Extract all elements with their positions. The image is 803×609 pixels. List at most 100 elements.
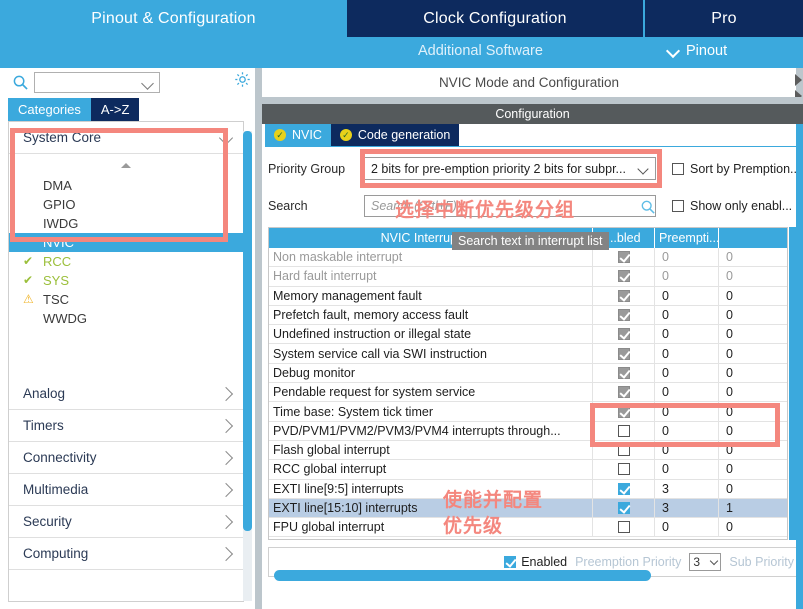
table-row[interactable]: Memory management fault 0 0 bbox=[269, 286, 787, 306]
table-row[interactable]: RCC global interrupt 0 0 bbox=[269, 460, 787, 480]
interrupt-enabled-cell[interactable] bbox=[593, 460, 655, 479]
sidebar-item-gpio[interactable]: GPIO bbox=[9, 195, 243, 214]
search-icon[interactable] bbox=[641, 200, 655, 214]
panel-divider[interactable] bbox=[255, 68, 262, 609]
tab-nvic[interactable]: ✓ NVIC bbox=[265, 124, 331, 146]
preemption-value[interactable]: 0 bbox=[655, 402, 719, 421]
preemption-value[interactable]: 3 bbox=[655, 498, 719, 518]
sidebar-group-computing[interactable]: Computing bbox=[9, 538, 243, 570]
enabled-checkbox[interactable] bbox=[504, 556, 517, 568]
tab-pinout-configuration[interactable]: Pinout & Configuration bbox=[0, 0, 347, 37]
interrupt-enabled-cell[interactable] bbox=[593, 363, 655, 383]
preemption-value[interactable]: 0 bbox=[655, 344, 719, 363]
pinout-menu-button[interactable]: Pinout bbox=[668, 43, 727, 59]
sidebar-group-multimedia[interactable]: Multimedia bbox=[9, 474, 243, 506]
enabled-checkbox[interactable] bbox=[617, 482, 630, 495]
enabled-checkbox[interactable] bbox=[617, 521, 630, 534]
sub-priority-value[interactable]: 0 bbox=[719, 248, 787, 266]
interrupt-enabled-cell[interactable] bbox=[593, 518, 655, 537]
preemption-value[interactable]: 0 bbox=[655, 440, 719, 460]
tab-project-manager[interactable]: Pro bbox=[645, 0, 803, 37]
table-row[interactable]: Prefetch fault, memory access fault 0 0 bbox=[269, 305, 787, 326]
sidebar-item-rcc[interactable]: ✔ RCC bbox=[9, 252, 243, 271]
preemption-value[interactable]: 0 bbox=[655, 267, 719, 286]
table-row[interactable]: Debug monitor 0 0 bbox=[269, 363, 787, 384]
sidebar-item-wwdg[interactable]: WWDG bbox=[9, 309, 243, 328]
column-header-preemption[interactable]: Preempti... bbox=[655, 228, 719, 248]
interrupt-enabled-cell[interactable] bbox=[593, 440, 655, 460]
preemption-value[interactable]: 0 bbox=[655, 325, 719, 344]
sub-priority-value[interactable]: 0 bbox=[719, 325, 787, 343]
interrupt-enabled-cell[interactable] bbox=[593, 402, 655, 421]
sidebar-group-analog[interactable]: Analog bbox=[9, 378, 243, 410]
sidebar-item-iwdg[interactable]: IWDG bbox=[9, 214, 243, 233]
enabled-option[interactable]: Enabled bbox=[504, 555, 567, 569]
table-row[interactable]: PVD/PVM1/PVM2/PVM3/PVM4 interrupts throu… bbox=[269, 421, 787, 441]
interrupt-enabled-cell[interactable] bbox=[593, 325, 655, 344]
tab-code-generation[interactable]: ✓ Code generation bbox=[330, 124, 460, 146]
sub-priority-value[interactable]: 0 bbox=[719, 383, 787, 401]
interrupt-enabled-cell[interactable] bbox=[593, 479, 655, 498]
sub-priority-value[interactable]: 0 bbox=[719, 460, 787, 478]
sidebar-search-combo[interactable] bbox=[34, 72, 160, 93]
sub-priority-value[interactable]: 0 bbox=[719, 364, 787, 382]
sub-priority-value[interactable]: 0 bbox=[719, 267, 787, 285]
sub-priority-value[interactable]: 0 bbox=[719, 287, 787, 305]
tab-categories[interactable]: Categories bbox=[8, 98, 91, 121]
sidebar-group-timers[interactable]: Timers bbox=[9, 410, 243, 442]
sub-priority-value[interactable]: 0 bbox=[719, 306, 787, 324]
sub-priority-value[interactable]: 0 bbox=[719, 480, 787, 498]
sidebar-group-security[interactable]: Security bbox=[9, 506, 243, 538]
sidebar-scrollbar-thumb[interactable] bbox=[243, 131, 252, 531]
sort-by-preemption-option[interactable]: Sort by Premption... bbox=[672, 162, 800, 176]
interrupt-enabled-cell[interactable] bbox=[593, 305, 655, 325]
enabled-checkbox[interactable] bbox=[617, 502, 630, 514]
right-panel-scrollbar[interactable] bbox=[796, 124, 803, 609]
table-row[interactable]: Non maskable interrupt 0 0 bbox=[269, 248, 787, 268]
preemption-priority-select[interactable]: 3 bbox=[689, 553, 722, 571]
enabled-checkbox[interactable] bbox=[617, 463, 630, 476]
tab-a-to-z[interactable]: A->Z bbox=[90, 98, 140, 121]
sub-priority-value[interactable]: 0 bbox=[719, 441, 787, 459]
interrupt-enabled-cell[interactable] bbox=[593, 383, 655, 402]
sidebar-item-tsc[interactable]: ⚠ TSC bbox=[9, 290, 243, 309]
interrupt-enabled-cell[interactable] bbox=[593, 421, 655, 440]
show-only-enabled-checkbox[interactable] bbox=[672, 200, 684, 212]
preemption-value[interactable]: 0 bbox=[655, 518, 719, 537]
preemption-value[interactable]: 0 bbox=[655, 460, 719, 479]
table-row[interactable]: System service call via SWI instruction … bbox=[269, 344, 787, 364]
table-row[interactable]: Pendable request for system service 0 0 bbox=[269, 383, 787, 403]
preemption-value[interactable]: 3 bbox=[655, 479, 719, 498]
sidebar-item-nvic[interactable]: NVIC bbox=[9, 233, 243, 252]
enabled-checkbox[interactable] bbox=[617, 424, 630, 437]
priority-group-select[interactable]: 2 bits for pre-emption priority 2 bits f… bbox=[364, 157, 656, 180]
sidebar-item-dma[interactable]: DMA bbox=[9, 176, 243, 195]
sidebar-item-sys[interactable]: ✔ SYS bbox=[9, 271, 243, 290]
preemption-value[interactable]: 0 bbox=[655, 363, 719, 383]
column-header-sub[interactable] bbox=[719, 228, 787, 248]
sub-priority-value[interactable]: 0 bbox=[719, 402, 787, 420]
table-row[interactable]: Hard fault interrupt 0 0 bbox=[269, 267, 787, 287]
sub-priority-value[interactable]: 1 bbox=[719, 499, 787, 517]
interrupt-enabled-cell[interactable] bbox=[593, 286, 655, 305]
preemption-value[interactable]: 0 bbox=[655, 421, 719, 440]
enabled-checkbox[interactable] bbox=[617, 444, 630, 457]
sort-by-preemption-checkbox[interactable] bbox=[672, 163, 684, 175]
table-row[interactable]: Flash global interrupt 0 0 bbox=[269, 440, 787, 461]
preemption-value[interactable]: 0 bbox=[655, 286, 719, 305]
interrupt-enabled-cell[interactable] bbox=[593, 344, 655, 363]
table-row[interactable]: FPU global interrupt 0 0 bbox=[269, 518, 787, 538]
interrupt-enabled-cell[interactable] bbox=[593, 267, 655, 286]
table-row[interactable]: Undefined instruction or illegal state 0… bbox=[269, 325, 787, 345]
tree-scroll-up-spinner[interactable] bbox=[9, 154, 243, 176]
additional-software-button[interactable]: Additional Software bbox=[418, 43, 543, 59]
sidebar-scrollbar[interactable] bbox=[243, 131, 252, 601]
chevron-right-icon[interactable] bbox=[795, 74, 802, 86]
search-icon[interactable] bbox=[13, 75, 28, 90]
sidebar-group-connectivity[interactable]: Connectivity bbox=[9, 442, 243, 474]
right-panel-scrollbar-thumb[interactable] bbox=[796, 124, 803, 609]
preemption-value[interactable]: 0 bbox=[655, 383, 719, 402]
preemption-value[interactable]: 0 bbox=[655, 305, 719, 325]
sub-priority-value[interactable]: 0 bbox=[719, 344, 787, 362]
show-only-enabled-option[interactable]: Show only enabl... bbox=[672, 199, 792, 213]
